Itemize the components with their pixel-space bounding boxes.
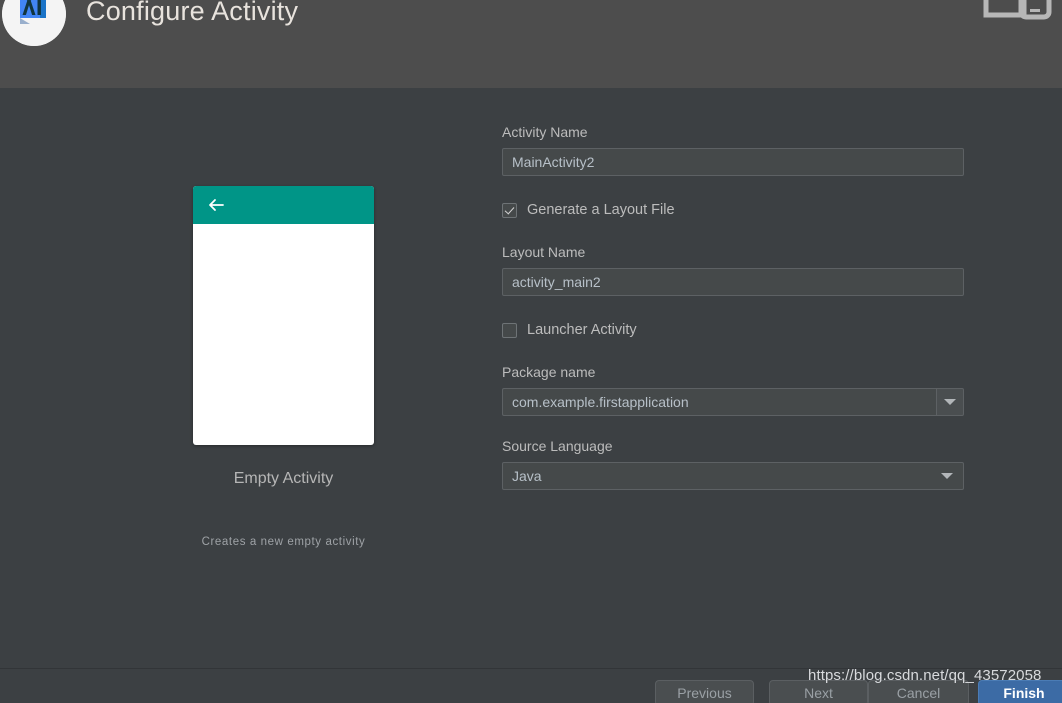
activity-preview: Empty Activity Creates a new empty activ… [193, 186, 374, 548]
generate-layout-label: Generate a Layout File [527, 202, 675, 218]
source-language-combo[interactable]: Java [502, 462, 964, 490]
package-name-dropdown-button[interactable] [936, 388, 964, 416]
package-name-input[interactable] [502, 388, 936, 416]
activity-name-label: Activity Name [502, 124, 588, 140]
dialog-body: Empty Activity Creates a new empty activ… [0, 88, 1062, 668]
source-language-dropdown-button[interactable] [931, 473, 963, 479]
configure-activity-dialog: Configure Activity Empty Activity Create… [0, 0, 1062, 703]
layout-name-label: Layout Name [502, 244, 586, 260]
page-title: Configure Activity [86, 0, 299, 26]
generate-layout-checkbox-row[interactable]: Generate a Layout File [502, 200, 964, 220]
activity-name-input[interactable] [502, 148, 964, 176]
preview-appbar [193, 186, 374, 224]
previous-button[interactable]: Previous [655, 680, 754, 703]
chevron-down-icon [944, 399, 956, 405]
chevron-down-icon [941, 473, 953, 479]
layout-name-input[interactable] [502, 268, 964, 296]
package-name-label: Package name [502, 364, 596, 380]
preview-template-description: Creates a new empty activity [201, 536, 366, 548]
package-name-combo[interactable] [502, 388, 964, 416]
source-language-label: Source Language [502, 438, 613, 454]
watermark-url: https://blog.csdn.net/qq_43572058 [808, 667, 1042, 684]
launcher-activity-checkbox-row[interactable]: Launcher Activity [502, 320, 964, 340]
preview-template-name: Empty Activity [233, 470, 334, 487]
launcher-activity-checkbox[interactable] [502, 322, 517, 338]
dialog-header: Configure Activity [0, 0, 1062, 88]
launcher-activity-label: Launcher Activity [527, 322, 637, 338]
activity-config-form: Activity Name Generate a Layout File Lay… [502, 124, 964, 490]
phone-preview-frame [193, 186, 374, 445]
back-arrow-icon [206, 195, 226, 215]
android-studio-logo-icon [2, 0, 66, 46]
source-language-value: Java [512, 468, 542, 484]
generate-layout-checkbox[interactable] [502, 202, 517, 218]
tablet-and-phone-icon [982, 0, 1052, 46]
